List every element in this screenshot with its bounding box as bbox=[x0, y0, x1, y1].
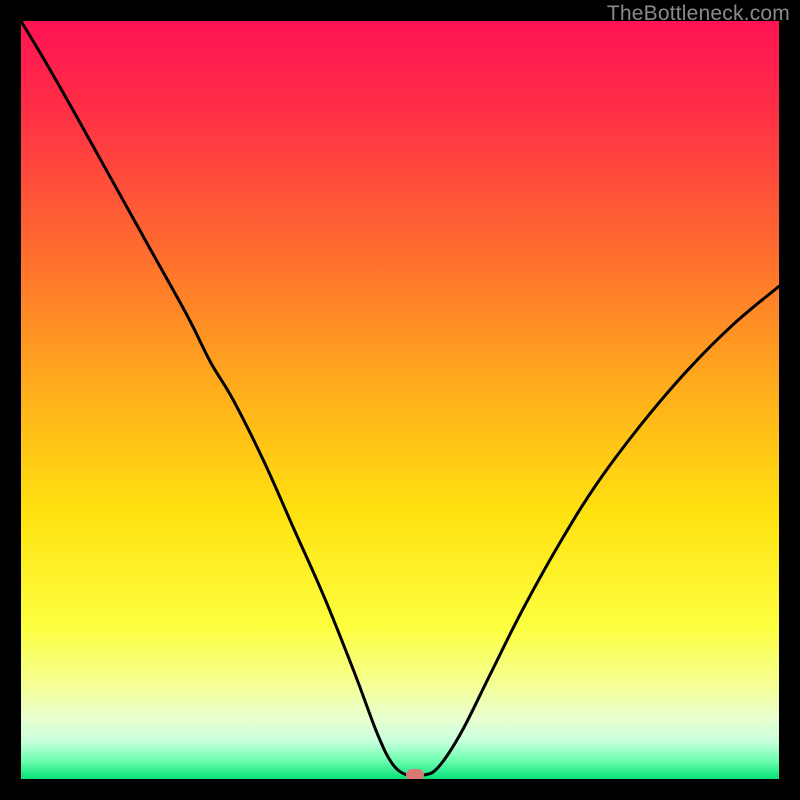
plot-area bbox=[21, 21, 779, 779]
bottleneck-curve bbox=[21, 21, 779, 779]
optimal-point-marker bbox=[406, 769, 424, 779]
chart-frame: TheBottleneck.com bbox=[0, 0, 800, 800]
